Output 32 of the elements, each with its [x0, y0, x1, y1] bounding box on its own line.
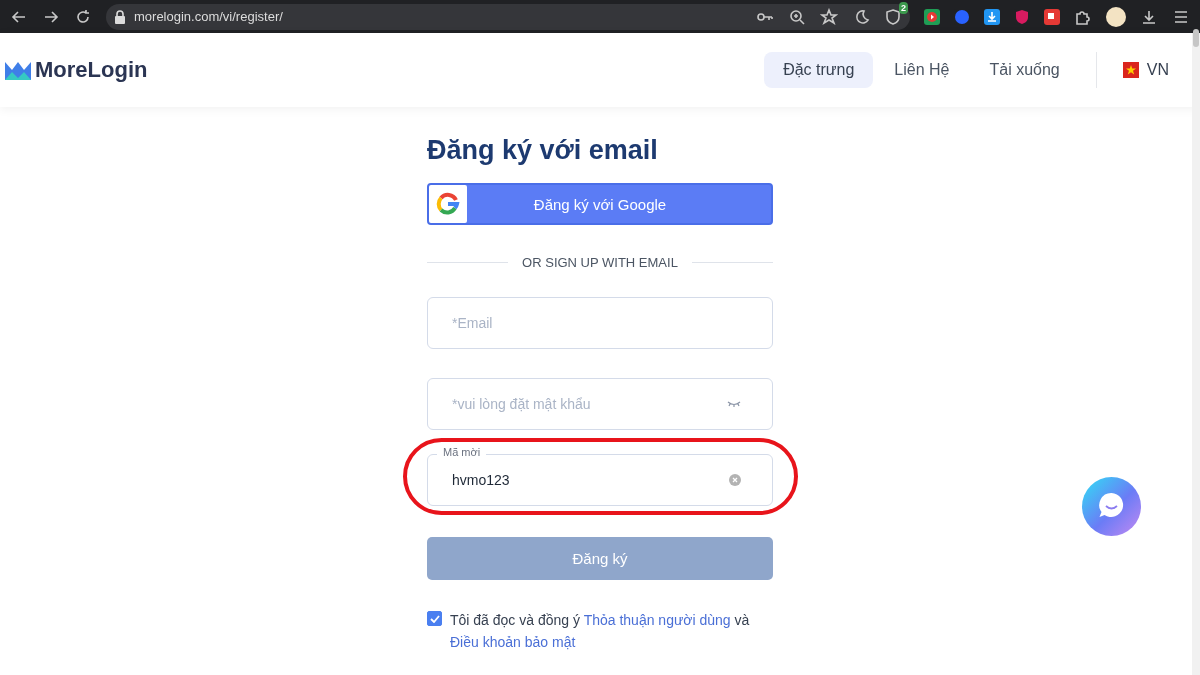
divider-text: OR SIGN UP WITH EMAIL: [522, 255, 678, 270]
terms-link[interactable]: Thỏa thuận người dùng: [583, 612, 731, 628]
logo-text: MoreLogin: [35, 57, 148, 83]
shield-icon[interactable]: [884, 7, 902, 26]
nav-link[interactable]: Tải xuống: [970, 52, 1079, 88]
field-label: Mã mời: [437, 446, 487, 458]
download-extension-icon[interactable]: [984, 8, 1000, 25]
circle-extension-icon[interactable]: [954, 8, 970, 25]
google-signup-button[interactable]: Đăng ký với Google: [427, 183, 773, 225]
address-bar[interactable]: morelogin.com/vi/register/ 2: [106, 3, 910, 30]
nav-link[interactable]: Liên Hệ: [875, 52, 969, 88]
password-field[interactable]: *vui lòng đặt mật khẩu: [427, 378, 773, 430]
profile-avatar[interactable]: [1106, 6, 1126, 27]
star-icon[interactable]: [820, 7, 838, 26]
language-selector[interactable]: VN: [1146, 61, 1169, 79]
eye-closed-icon[interactable]: [727, 400, 741, 408]
logo-icon: [5, 60, 31, 80]
privacy-link[interactable]: Điều khoản bảo mật: [450, 634, 576, 650]
form-title: Đăng ký với email: [427, 135, 659, 166]
agreement-text: Tôi đã đọc và đồng ý Thỏa thuận người dùng và Điều khoản bảo mật: [450, 611, 751, 652]
notification-badge: 2: [899, 1, 908, 14]
email-field[interactable]: *Email: [427, 297, 773, 349]
zoom-icon[interactable]: [788, 7, 806, 26]
play-extension-icon[interactable]: [924, 8, 940, 25]
agreement-checkbox[interactable]: [427, 611, 442, 626]
nav-link[interactable]: Đặc trưng: [764, 52, 874, 88]
reload-icon[interactable]: [74, 7, 92, 26]
lock-icon: [114, 9, 126, 24]
shield-extension-icon[interactable]: [1014, 8, 1030, 25]
google-icon: [436, 192, 460, 216]
square-extension-icon[interactable]: [1044, 8, 1060, 25]
flag-icon: [1122, 62, 1139, 78]
